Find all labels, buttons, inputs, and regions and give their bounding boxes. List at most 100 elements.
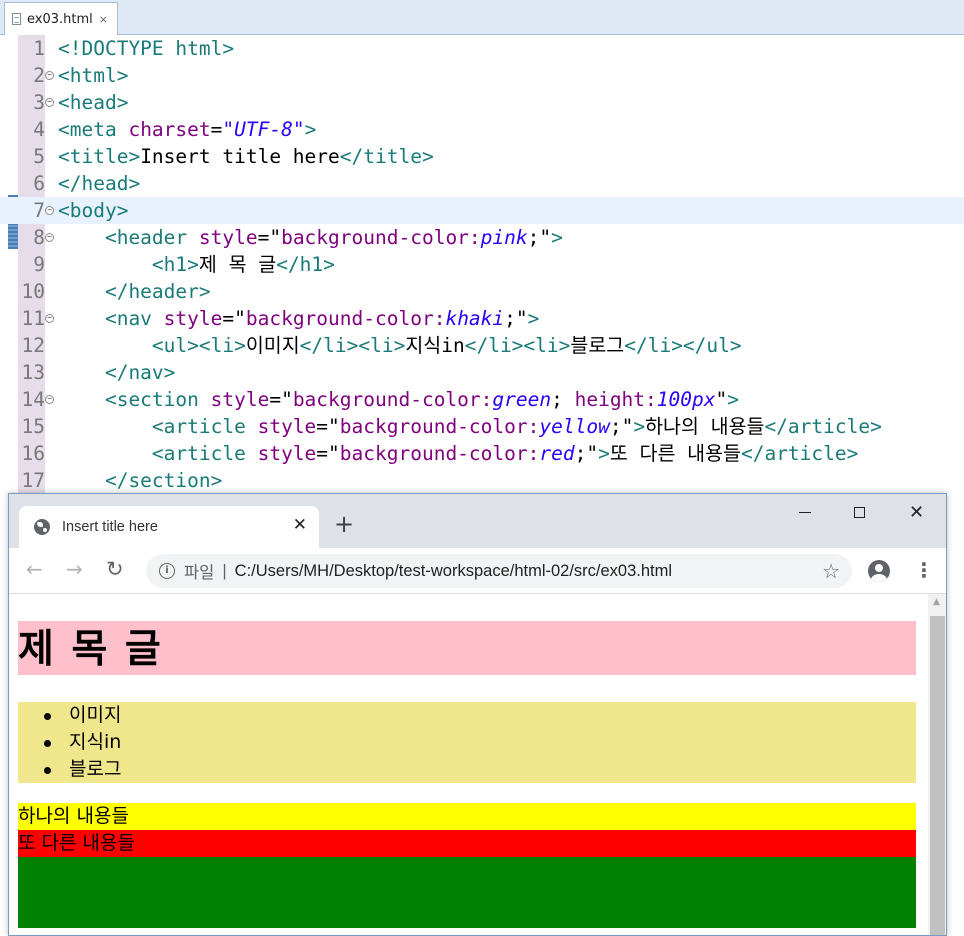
code-token: 이미지 xyxy=(245,334,300,357)
code-token: </article> xyxy=(764,415,882,438)
code-token: > xyxy=(222,37,235,60)
maximize-button[interactable] xyxy=(854,507,865,518)
code-text: <section style="background-color:green; … xyxy=(58,386,739,413)
fold-toggle-icon[interactable]: − xyxy=(45,314,54,323)
code-text: <head> xyxy=(58,89,128,116)
code-text: <h1>제 목 글</h1> xyxy=(58,251,335,278)
browser-tab[interactable]: Insert title here ✕ xyxy=(19,506,319,548)
line-number: 6 xyxy=(33,172,45,195)
code-text: <!DOCTYPE html> xyxy=(58,35,234,62)
code-line[interactable]: 1 <!DOCTYPE html> xyxy=(0,35,964,62)
code-line[interactable]: 7− <body> xyxy=(0,197,964,224)
fold-toggle-icon[interactable]: − xyxy=(45,233,54,242)
code-token: > xyxy=(633,415,646,438)
code-line[interactable]: 4 <meta charset="UTF-8"> xyxy=(0,116,964,143)
code-token: </title> xyxy=(339,145,434,168)
line-number: 4 xyxy=(33,118,45,141)
nav-list: 이미지 지식in 블로그 xyxy=(18,702,916,783)
code-text: <nav style="background-color:khaki;"> xyxy=(58,305,539,332)
code-text: </section> xyxy=(58,467,222,494)
code-line[interactable]: 5 <title>Insert title here</title> xyxy=(0,143,964,170)
code-line[interactable]: 11− <nav style="background-color:khaki;"… xyxy=(0,305,964,332)
editor-tab-ex03[interactable]: ex03.html ⨯ xyxy=(4,2,118,35)
code-line[interactable]: 6 </head> xyxy=(0,170,964,197)
code-line[interactable]: 12 <ul><li>이미지</li><li>지식in</li><li>블로그<… xyxy=(0,332,964,359)
back-arrow-icon[interactable]: ← xyxy=(26,559,43,579)
nav-item-knowledge: 지식in xyxy=(18,729,916,756)
info-icon[interactable]: i xyxy=(159,563,175,579)
code-token: <meta xyxy=(58,118,129,141)
code-token: </li><li> xyxy=(464,334,571,357)
code-token: html xyxy=(175,37,223,60)
code-token: > xyxy=(598,442,610,465)
code-token: =" xyxy=(316,415,340,438)
code-text: <title>Insert title here</title> xyxy=(58,143,434,170)
code-line[interactable]: 17 </section> xyxy=(0,467,964,494)
editor-tab-bar: ex03.html ⨯ xyxy=(0,0,964,35)
code-token: 블로그 xyxy=(570,334,625,357)
code-token: "UTF-8" xyxy=(222,118,305,141)
globe-icon xyxy=(34,519,50,535)
code-text: <body> xyxy=(58,197,128,224)
minimize-button[interactable] xyxy=(799,512,811,513)
code-line[interactable]: 3− <head> xyxy=(0,89,964,116)
fold-toggle-icon[interactable]: − xyxy=(45,71,54,80)
code-token: </article> xyxy=(740,442,859,465)
code-token: ;" xyxy=(527,226,552,249)
address-scheme: 파일 xyxy=(184,564,215,582)
address-bar[interactable]: i 파일 | C:/Users/MH/Desktop/test-workspac… xyxy=(146,554,852,588)
code-line[interactable]: 9 <h1>제 목 글</h1> xyxy=(0,251,964,278)
code-line[interactable]: 13 </nav> xyxy=(0,359,964,386)
scrollbar-thumb[interactable] xyxy=(930,616,945,935)
line-number: 13 xyxy=(21,361,45,384)
kebab-menu-icon[interactable]: ⋮ xyxy=(914,558,934,582)
code-token: 또 다른 내용들 xyxy=(609,442,741,465)
html-file-icon xyxy=(12,13,21,25)
new-tab-button[interactable]: + xyxy=(334,512,354,536)
close-window-button[interactable]: ✕ xyxy=(909,502,924,523)
nav-item-blog: 블로그 xyxy=(18,756,916,783)
code-token: 100px xyxy=(656,388,716,411)
fold-toggle-icon[interactable]: − xyxy=(45,206,54,215)
bookmark-star-icon[interactable]: ☆ xyxy=(822,559,840,584)
code-token: ;" xyxy=(609,415,634,438)
nav-item-image: 이미지 xyxy=(18,702,916,729)
code-token: ;" xyxy=(574,442,599,465)
code-token: style xyxy=(257,415,317,438)
code-line[interactable]: 14− <section style="background-color:gre… xyxy=(0,386,964,413)
line-number: 7 xyxy=(33,199,45,222)
code-token: =" xyxy=(269,388,293,411)
line-number: 12 xyxy=(21,334,45,357)
line-number: 17 xyxy=(21,469,45,492)
address-separator: | xyxy=(222,561,227,580)
fold-toggle-icon[interactable]: − xyxy=(45,395,54,404)
code-token: <nav xyxy=(58,307,164,330)
code-line[interactable]: 2− <html> xyxy=(0,62,964,89)
code-token: height: xyxy=(574,388,657,411)
close-tab-icon[interactable]: ⨯ xyxy=(99,13,108,26)
code-text: </head> xyxy=(58,170,140,197)
code-token: Insert title here xyxy=(140,145,340,168)
code-text: </nav> xyxy=(58,359,175,386)
fold-toggle-icon[interactable]: − xyxy=(45,98,54,107)
profile-avatar-icon[interactable] xyxy=(868,560,890,582)
code-editor[interactable]: 1 <!DOCTYPE html> 2− <html> 3− <head> 4 <meta c… xyxy=(0,35,964,495)
code-line[interactable]: 16 <article style="background-color:red;… xyxy=(0,440,964,467)
code-token: <section xyxy=(58,388,211,411)
code-token: style xyxy=(198,226,258,249)
line-number: 5 xyxy=(33,145,45,168)
code-line[interactable]: 10 </header> xyxy=(0,278,964,305)
code-token: background-color: xyxy=(339,442,540,465)
scroll-up-arrow-icon[interactable]: ▲ xyxy=(933,597,940,607)
code-token: <head> xyxy=(58,91,129,114)
reload-icon[interactable]: ↻ xyxy=(106,559,124,580)
code-token: </li><li> xyxy=(299,334,406,357)
code-token: style xyxy=(210,388,270,411)
close-tab-button[interactable]: ✕ xyxy=(293,515,307,535)
forward-arrow-icon[interactable]: → xyxy=(66,559,83,579)
code-token: <html> xyxy=(58,64,129,87)
vertical-scrollbar[interactable]: ▲ xyxy=(928,594,946,935)
code-line[interactable]: 15 <article style="background-color:yell… xyxy=(0,413,964,440)
code-line[interactable]: 8− <header style="background-color:pink;… xyxy=(0,224,964,251)
address-url[interactable]: C:/Users/MH/Desktop/test-workspace/html-… xyxy=(235,562,672,581)
